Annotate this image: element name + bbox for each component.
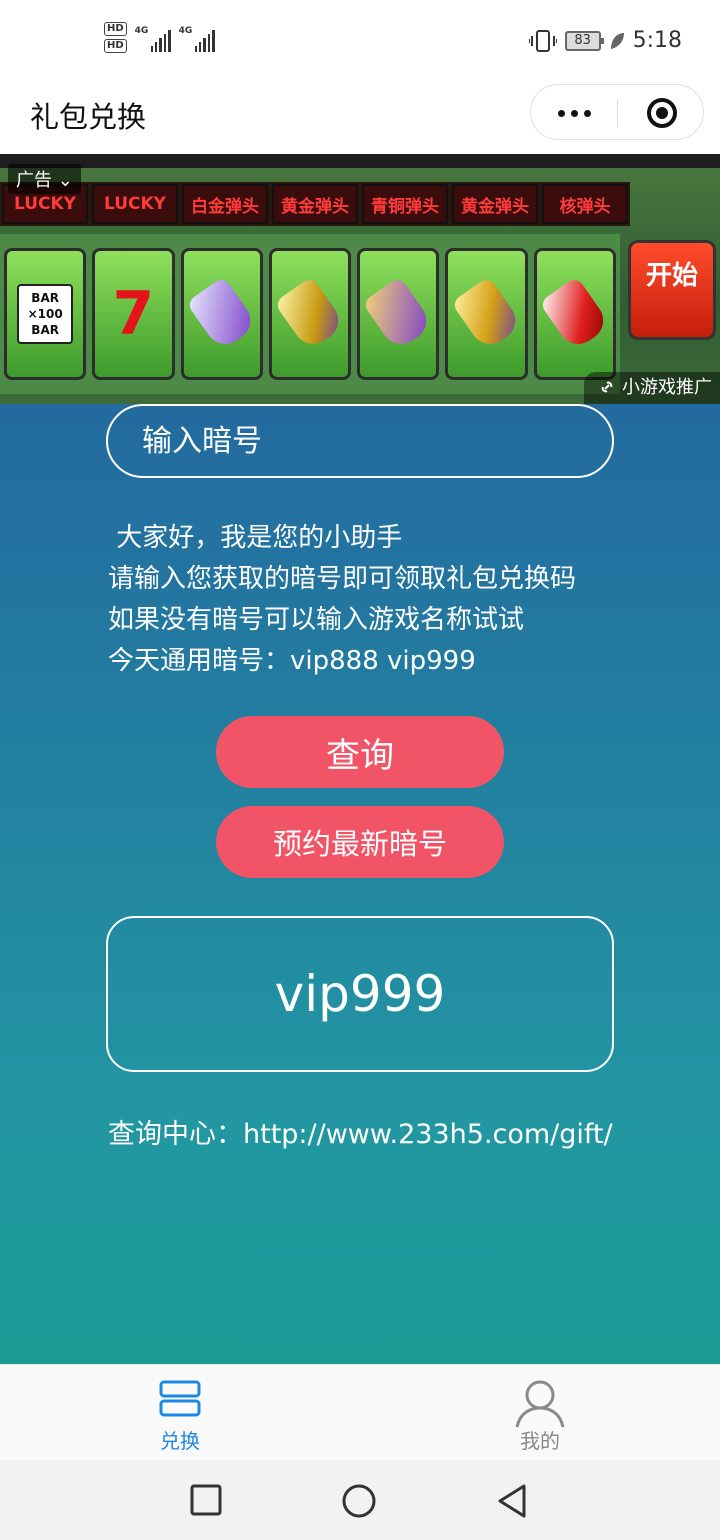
ad-label-text: 广告 xyxy=(16,170,52,191)
status-right: 83 5:18 xyxy=(528,28,682,53)
query-center-link[interactable]: 查询中心：http://www.233h5.com/gift/ xyxy=(108,1112,613,1151)
bar-text-mid: ×100 xyxy=(27,307,63,321)
slot-reels: BAR ×100 BAR 7 xyxy=(0,234,620,394)
tab-mine-label: 我的 xyxy=(520,1429,560,1453)
marquee-item: 黄金弹头 xyxy=(452,184,538,224)
seven-symbol: 7 xyxy=(112,279,155,349)
capsule-divider xyxy=(617,99,618,127)
main-content: 大家好，我是您的小助手 请输入您获取的暗号即可领取礼包兑换码 如果没有暗号可以输… xyxy=(0,404,720,1364)
marquee-item: LUCKY xyxy=(92,184,178,224)
marquee-item: 黄金弹头 xyxy=(272,184,358,224)
page-title: 礼包兑换 xyxy=(30,100,147,134)
result-code: vip999 xyxy=(106,916,614,1072)
bar-symbol: BAR ×100 BAR xyxy=(17,284,74,344)
intro-line: 如果没有暗号可以输入游戏名称试试 xyxy=(108,605,525,635)
status-bar: HD HD 4G 4G 83 5:18 xyxy=(0,0,720,80)
rocket-icon xyxy=(273,276,347,352)
reel-rocket xyxy=(180,248,263,380)
intro-line: 今天通用暗号：vip888 vip999 xyxy=(108,646,476,676)
system-nav-bar xyxy=(0,1460,720,1540)
title-bar: 礼包兑换 xyxy=(0,80,720,154)
reel-rocket xyxy=(533,248,616,380)
rocket-icon xyxy=(450,276,523,352)
signal-icon-1: 4G xyxy=(135,24,171,52)
intro-text: 大家好，我是您的小助手 请输入您获取的暗号即可领取礼包兑换码 如果没有暗号可以输… xyxy=(108,518,648,682)
reel-bar: BAR ×100 BAR xyxy=(4,248,87,380)
reel-rocket xyxy=(357,248,440,380)
tab-mine[interactable]: 我的 xyxy=(360,1365,720,1461)
status-left: HD HD 4G 4G xyxy=(104,22,215,53)
intro-line: 请输入您获取的暗号即可领取礼包兑换码 xyxy=(108,564,577,594)
tab-exchange[interactable]: 兑换 xyxy=(0,1365,360,1461)
ad-start-button[interactable]: 开始 xyxy=(628,240,716,340)
tab-bar: 兑换 我的 xyxy=(0,1364,720,1460)
reserve-code-button[interactable]: 预约最新暗号 xyxy=(216,806,504,878)
ad-label[interactable]: 广告 ⌄ xyxy=(8,164,81,194)
vibrate-icon xyxy=(528,29,557,52)
reel-rocket xyxy=(445,248,528,380)
user-icon xyxy=(515,1380,565,1428)
target-close-icon[interactable] xyxy=(647,98,677,128)
network-label-2: 4G xyxy=(178,25,193,36)
ad-top-strip xyxy=(0,154,720,168)
bar-text-top: BAR xyxy=(31,291,59,305)
battery-icon: 83 xyxy=(564,30,604,51)
recent-apps-icon[interactable] xyxy=(188,1482,224,1518)
hd-badge-1: HD xyxy=(104,22,127,36)
leaf-icon xyxy=(610,32,624,49)
more-dots-icon[interactable] xyxy=(531,85,617,141)
network-label-1: 4G xyxy=(134,25,149,36)
clock: 5:18 xyxy=(632,28,682,53)
ad-marquee: LUCKY LUCKY 白金弹头 黄金弹头 青铜弹头 黄金弹头 核弹头 xyxy=(0,182,630,226)
home-icon[interactable] xyxy=(340,1482,378,1520)
bar-text-bottom: BAR xyxy=(31,323,59,337)
marquee-item: 核弹头 xyxy=(542,184,628,224)
ad-banner[interactable]: 广告 ⌄ LUCKY LUCKY 白金弹头 黄金弹头 青铜弹头 黄金弹头 核弹头… xyxy=(0,154,720,404)
menu-capsule xyxy=(530,84,704,140)
marquee-item: 青铜弹头 xyxy=(362,184,448,224)
ad-promo[interactable]: 小游戏推广 xyxy=(584,372,720,404)
reel-seven: 7 xyxy=(92,248,175,380)
back-icon[interactable] xyxy=(494,1482,530,1520)
rocket-icon xyxy=(185,276,258,352)
ad-promo-text: 小游戏推广 xyxy=(622,377,712,398)
rocket-icon xyxy=(362,276,435,352)
exchange-icon xyxy=(159,1380,201,1417)
reel-rocket xyxy=(268,248,352,380)
query-button[interactable]: 查询 xyxy=(216,716,504,788)
tab-exchange-label: 兑换 xyxy=(160,1429,200,1453)
rocket-icon xyxy=(538,276,611,352)
code-input[interactable] xyxy=(106,404,614,478)
intro-line: 大家好，我是您的小助手 xyxy=(108,523,403,553)
signal-icon-2: 4G xyxy=(179,24,215,52)
hd-badge-2: HD xyxy=(104,39,127,53)
marquee-item: 白金弹头 xyxy=(182,184,268,224)
link-icon xyxy=(601,381,613,393)
